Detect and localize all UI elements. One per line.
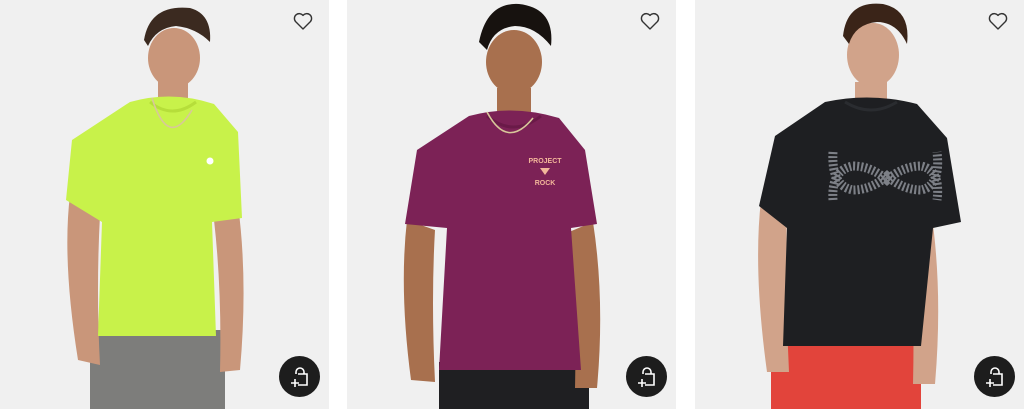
product-card[interactable]	[0, 0, 329, 409]
product-image[interactable]	[695, 0, 1024, 409]
heart-icon	[988, 12, 1008, 30]
bag-plus-icon	[290, 366, 308, 387]
graphic-text-top: PROJECT	[528, 158, 562, 165]
product-card[interactable]: PROJECT ROCK	[347, 0, 676, 409]
bag-plus-icon	[985, 366, 1003, 387]
quick-add-button[interactable]	[626, 356, 667, 397]
quick-add-button[interactable]	[974, 356, 1015, 397]
wishlist-button[interactable]	[291, 9, 315, 33]
quick-add-button[interactable]	[279, 356, 320, 397]
product-image[interactable]: PROJECT ROCK	[347, 0, 676, 409]
product-grid: PROJECT ROCK	[0, 0, 1024, 409]
product-image[interactable]	[0, 0, 329, 409]
heart-icon	[640, 12, 660, 30]
graphic-text-bottom: ROCK	[535, 180, 556, 187]
wishlist-button[interactable]	[638, 9, 662, 33]
bag-plus-icon	[637, 366, 655, 387]
heart-icon	[293, 12, 313, 30]
wishlist-button[interactable]	[986, 9, 1010, 33]
product-card[interactable]	[695, 0, 1024, 409]
